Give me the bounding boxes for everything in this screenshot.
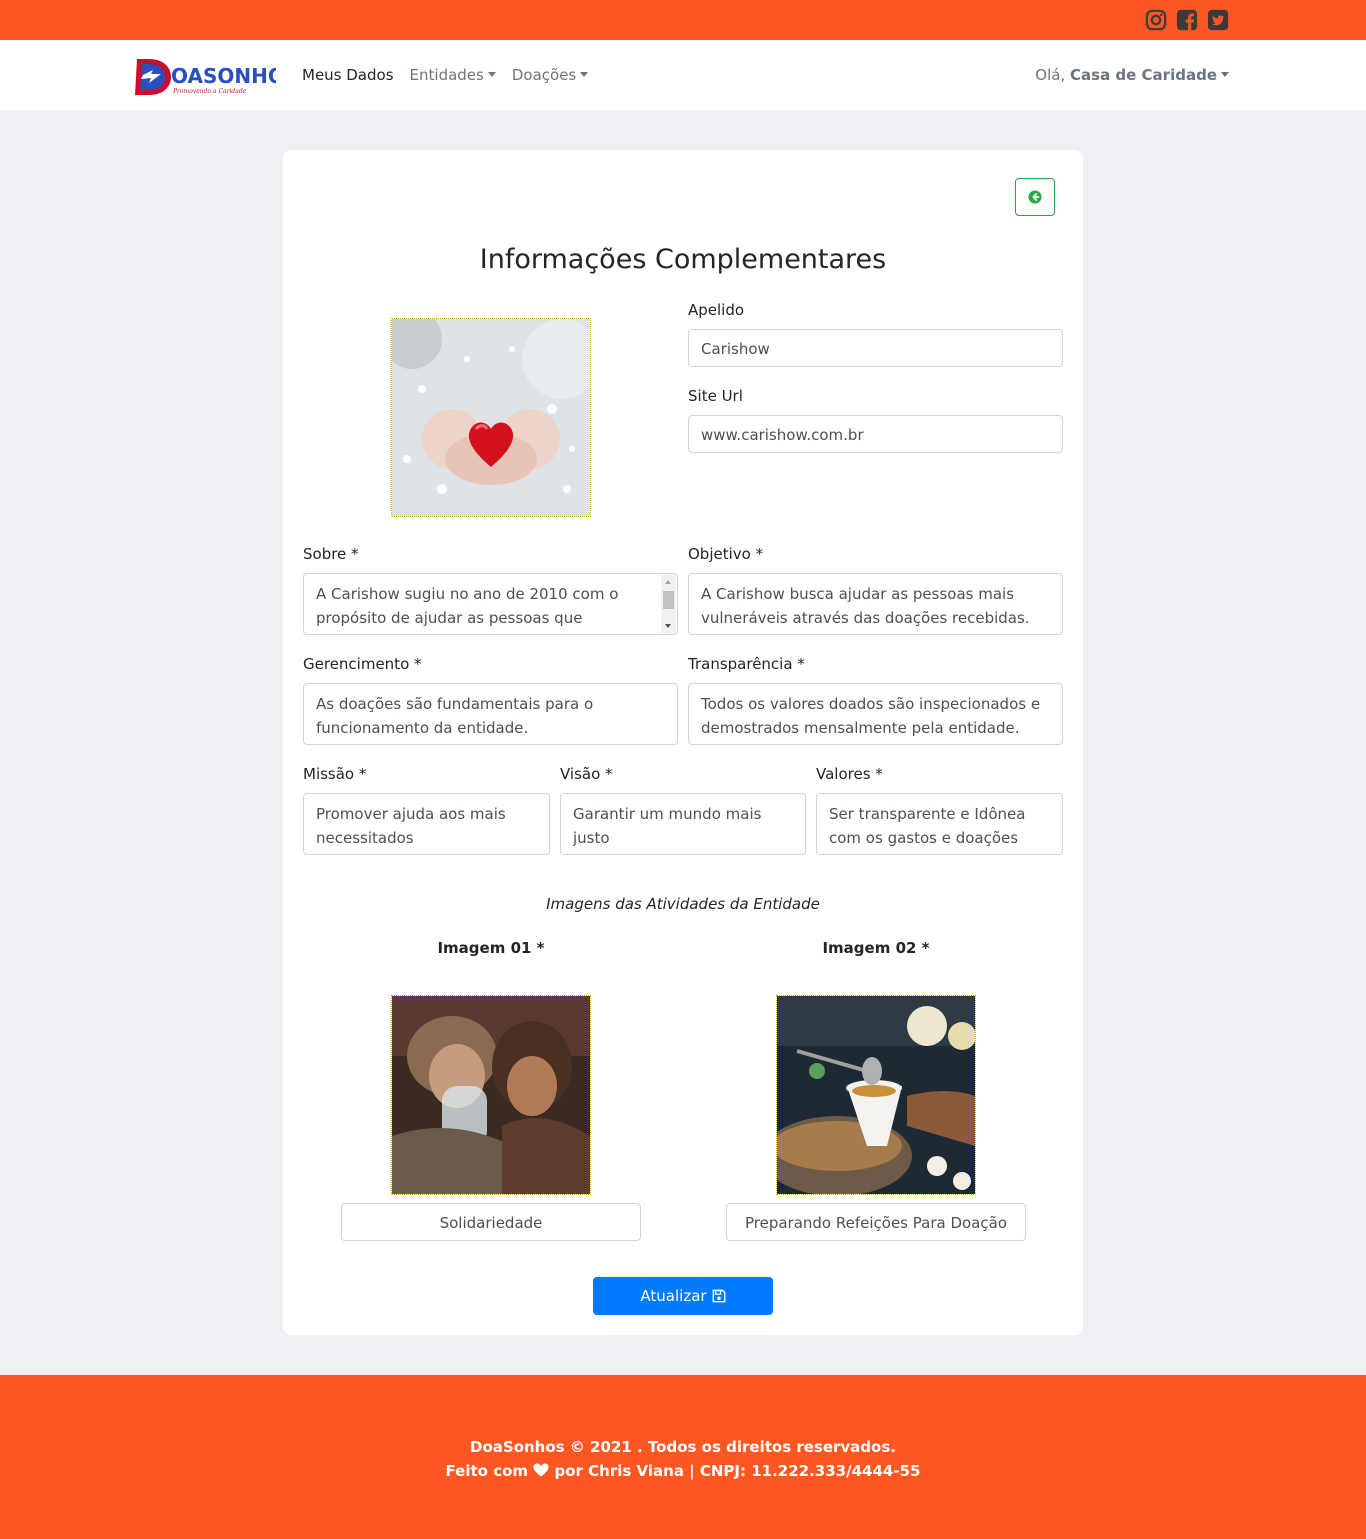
facebook-icon[interactable]: [1176, 9, 1198, 31]
images-section-caption: Imagens das Atividades da Entidade: [546, 895, 820, 913]
complementary-info-card: Informações Complementares Apelido Caris…: [283, 150, 1083, 1335]
nav-doacoes-dropdown[interactable]: Doações: [511, 66, 589, 84]
sobre-scrollbar[interactable]: [661, 575, 676, 633]
site-url-label: Site Url: [688, 387, 743, 405]
sobre-text: A Carishow sugiu no ano de 2010 com o pr…: [316, 585, 619, 627]
nav-doacoes-label: Doações: [511, 66, 577, 84]
chevron-down-icon: [487, 72, 496, 77]
top-bar: [0, 0, 1366, 40]
profile-photo[interactable]: [391, 318, 591, 517]
footer-credits: Feito com por Chris Viana | CNPJ: 11.222…: [0, 1462, 1366, 1480]
scroll-thumb[interactable]: [663, 591, 674, 609]
image-02-caption-input[interactable]: Preparando Refeições Para Doação: [726, 1203, 1026, 1241]
chevron-down-icon: [1221, 72, 1229, 77]
twitter-icon[interactable]: [1207, 9, 1229, 31]
logo-text: OASONHOS: [171, 64, 276, 88]
objetivo-textarea[interactable]: A Carishow busca ajudar as pessoas mais …: [688, 573, 1063, 635]
sobre-label: Sobre *: [303, 545, 359, 563]
user-menu[interactable]: Olá, Casa de Caridade: [1035, 66, 1229, 84]
heart-in-hands-image: [392, 319, 590, 516]
nav-entidades-dropdown[interactable]: Entidades: [410, 66, 496, 84]
footer-author: por Chris Viana | CNPJ: 11.222.333/4444-…: [554, 1462, 921, 1480]
children-drinking-water-image: [392, 996, 590, 1194]
meal-preparation-image: [777, 996, 975, 1194]
site-url-input[interactable]: www.carishow.com.br: [688, 415, 1063, 453]
nav-entidades-label: Entidades: [409, 66, 484, 84]
nav-meus-dados[interactable]: Meus Dados: [302, 66, 394, 84]
scroll-down-arrow-icon[interactable]: [665, 624, 671, 628]
footer: DoaSonhos © 2021 . Todos os direitos res…: [0, 1375, 1366, 1539]
image-01-title: Imagem 01 *: [437, 939, 545, 957]
save-icon: [712, 1289, 725, 1303]
main-nav: Meus Dados Entidades Doações: [302, 66, 589, 84]
navbar: OASONHOS Promovendo a Caridade Meus Dado…: [0, 40, 1366, 110]
visao-label: Visão *: [560, 765, 613, 783]
gerenciamento-textarea[interactable]: As doações são fundamentais para o funci…: [303, 683, 678, 745]
objetivo-label: Objetivo *: [688, 545, 764, 563]
missao-label: Missão *: [303, 765, 367, 783]
greeting: Olá,: [1035, 66, 1066, 84]
activity-image-02[interactable]: [776, 995, 976, 1195]
gerenciamento-label: Gerencimento *: [303, 655, 422, 673]
update-button-label: Atualizar: [640, 1287, 707, 1305]
doasonhos-logo[interactable]: OASONHOS Promovendo a Caridade: [131, 53, 276, 98]
missao-textarea[interactable]: Promover ajuda aos mais necessitados: [303, 793, 550, 855]
apelido-label: Apelido: [688, 301, 745, 319]
apelido-input[interactable]: Carishow: [688, 329, 1063, 367]
visao-textarea[interactable]: Garantir um mundo mais justo: [560, 793, 806, 855]
chevron-down-icon: [580, 72, 589, 77]
social-links: [1145, 9, 1229, 31]
logo-tagline: Promovendo a Caridade: [172, 88, 247, 95]
user-name: Casa de Caridade: [1070, 66, 1217, 84]
valores-label: Valores *: [816, 765, 883, 783]
update-button[interactable]: Atualizar: [593, 1277, 773, 1315]
back-button[interactable]: [1015, 178, 1055, 216]
arrow-circle-left-icon: [1028, 190, 1042, 204]
heart-icon: [533, 1463, 549, 1477]
valores-textarea[interactable]: Ser transparente e Idônea com os gastos …: [816, 793, 1063, 855]
activity-image-01[interactable]: [391, 995, 591, 1195]
transparencia-label: Transparência *: [688, 655, 805, 673]
footer-copyright: DoaSonhos © 2021 . Todos os direitos res…: [470, 1438, 896, 1456]
sobre-textarea[interactable]: A Carishow sugiu no ano de 2010 com o pr…: [303, 573, 678, 635]
footer-made-with: Feito com: [445, 1462, 529, 1480]
instagram-icon[interactable]: [1145, 9, 1167, 31]
scroll-up-arrow-icon[interactable]: [665, 580, 671, 584]
image-02-title: Imagem 02 *: [822, 939, 930, 957]
page-title: Informações Complementares: [479, 244, 887, 275]
transparencia-textarea[interactable]: Todos os valores doados são inspecionado…: [688, 683, 1063, 745]
image-01-caption-input[interactable]: Solidariedade: [341, 1203, 641, 1241]
